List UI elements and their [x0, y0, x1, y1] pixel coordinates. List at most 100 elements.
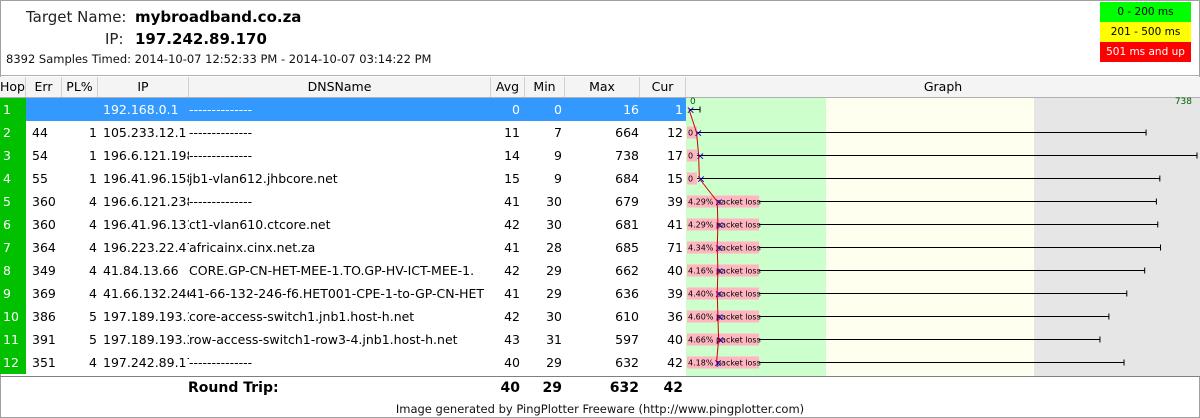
packet-loss-label: 4.29% packet loss: [688, 221, 761, 230]
cell-cur: 39: [667, 286, 683, 301]
table-row[interactable]: 4 55 1 196.41.96.158 jb1-vlan612.jhbcore.net…: [0, 167, 686, 190]
table-row[interactable]: 9 369 4 41.66.132.246 41-66-132-246-f6.HET00…: [0, 282, 686, 305]
column-header-max[interactable]: Max: [565, 77, 640, 97]
cell-dns: core-access-switch1.jnb1.host-h.net: [189, 309, 415, 324]
cell-err: 391: [32, 332, 56, 347]
cell-min: 9: [554, 171, 562, 186]
cell-hop: 10: [0, 305, 26, 328]
cell-hop: 4: [0, 167, 26, 190]
cell-min: 29: [546, 355, 562, 370]
cell-min: 29: [546, 263, 562, 278]
cell-hop: 11: [0, 328, 26, 351]
round-trip-label: Round Trip:: [188, 380, 279, 396]
avg-marker: ×: [716, 334, 725, 347]
avg-latency-line: [688, 109, 720, 363]
column-header-pl[interactable]: PL%: [62, 77, 98, 97]
cell-dns: jb1-vlan612.jhbcore.net: [189, 171, 338, 186]
packet-loss-label: 4.29% packet loss: [688, 198, 761, 207]
avg-marker: ×: [714, 357, 723, 370]
table-row[interactable]: 2 44 1 105.233.12.1 -------------- 11 7 664 12: [0, 121, 686, 144]
target-name-value: mybroadband.co.za: [135, 8, 302, 26]
column-header-graph[interactable]: Graph: [686, 77, 1200, 97]
cell-pl: [62, 98, 97, 121]
cell-ip: 196.6.121.198: [103, 148, 189, 163]
samples-timed-text: 8392 Samples Timed: 2014-10-07 12:52:33 …: [6, 52, 432, 66]
column-header-dnsname[interactable]: DNSName: [189, 77, 491, 97]
table-row[interactable]: 3 54 1 196.6.121.198 -------------- 14 9 738 17: [0, 144, 686, 167]
cell-min: 0: [554, 102, 562, 117]
cell-min: 30: [546, 309, 562, 324]
cell-dns: --------------: [189, 148, 253, 163]
cell-min: 7: [554, 125, 562, 140]
cell-cur: 42: [667, 355, 683, 370]
table-row[interactable]: 7 364 4 196.223.22.47 africainx.cinx.net.za 4…: [0, 236, 686, 259]
cell-pl: 4: [89, 355, 97, 370]
cell-dns: --------------: [189, 125, 253, 140]
cell-max: 681: [615, 217, 639, 232]
round-trip-max: 632: [609, 380, 639, 396]
cell-avg: 41: [504, 286, 520, 301]
cell-err: 349: [32, 263, 56, 278]
cell-max: 664: [615, 125, 639, 140]
cell-max: 679: [615, 194, 639, 209]
cell-max: 597: [615, 332, 639, 347]
cell-cur: 40: [667, 263, 683, 278]
cell-ip: 197.189.193.1: [103, 309, 189, 324]
cell-avg: 42: [504, 217, 520, 232]
avg-marker: ×: [714, 288, 723, 301]
table-row[interactable]: 8 349 4 41.84.13.66 CORE.GP-CN-HET-MEE-1.TO.…: [0, 259, 686, 282]
cell-dns: row-access-switch1-row3-4.jnb1.host-h.ne…: [189, 332, 458, 347]
cell-avg: 41: [504, 194, 520, 209]
table-row[interactable]: 5 360 4 196.6.121.238 -------------- 41 30 679 3…: [0, 190, 686, 213]
cell-ip: 192.168.0.1: [103, 102, 179, 117]
cell-ip: 197.242.89.17: [103, 355, 189, 370]
cell-dns: --------------: [189, 102, 253, 117]
cell-hop: 8: [0, 259, 26, 282]
cell-pl: 5: [89, 332, 97, 347]
column-header-ip[interactable]: IP: [98, 77, 189, 97]
packet-loss-label: 4.18% packet loss: [688, 359, 761, 368]
cell-max: 685: [615, 240, 639, 255]
cell-err: 386: [32, 309, 56, 324]
table-row[interactable]: 11 391 5 197.189.193.3 row-access-switch1-ro…: [0, 328, 686, 351]
legend-item: 0 - 200 ms: [1100, 2, 1191, 22]
cell-pl: 1: [89, 125, 97, 140]
packet-loss-label: 0: [688, 175, 693, 184]
packet-loss-label: 4.40% packet loss: [688, 290, 761, 299]
table-row[interactable]: 1 192.168.0.1 -------------- 0 0 16 1: [0, 98, 686, 121]
cell-min: 9: [554, 148, 562, 163]
legend-item: 201 - 500 ms: [1100, 22, 1191, 42]
cell-min: 30: [546, 217, 562, 232]
legend-item: 501 ms and up: [1100, 42, 1191, 62]
table-row[interactable]: 10 386 5 197.189.193.1 core-access-switch1.j…: [0, 305, 686, 328]
cell-avg: 14: [504, 148, 520, 163]
cell-avg: 40: [504, 355, 520, 370]
cell-dns: ct1-vlan610.ctcore.net: [189, 217, 331, 232]
table-row[interactable]: 6 360 4 196.41.96.131 ct1-vlan610.ctcore.net…: [0, 213, 686, 236]
column-header-avg[interactable]: Avg: [491, 77, 525, 97]
cell-err: 360: [32, 194, 56, 209]
cell-dns: 41-66-132-246-f6.HET001-CPE-1-to-GP-CN-H…: [189, 286, 485, 301]
cell-ip: 41.66.132.246: [103, 286, 189, 301]
table-row[interactable]: 12 351 4 197.242.89.17 -------------- 40 29 632…: [0, 351, 686, 374]
graph-canvas: ×0 ×0 ×0 ×4.29% packet loss×4.29% packet lo…: [686, 104, 1198, 370]
packet-loss-label: 4.60% packet loss: [688, 313, 761, 322]
cell-hop: 6: [0, 213, 26, 236]
cell-min: 30: [546, 194, 562, 209]
cell-max: 662: [615, 263, 639, 278]
column-header-min[interactable]: Min: [525, 77, 565, 97]
cell-pl: 5: [89, 309, 97, 324]
cell-min: 31: [546, 332, 562, 347]
avg-marker: ×: [696, 150, 705, 163]
cell-max: 738: [615, 148, 639, 163]
column-header-err[interactable]: Err: [26, 77, 62, 97]
column-header-cur[interactable]: Cur: [640, 77, 686, 97]
cell-ip: 196.223.22.47: [103, 240, 189, 255]
cell-cur: 15: [667, 171, 683, 186]
cell-pl: 4: [89, 194, 97, 209]
footer-credit: Image generated by PingPlotter Freeware …: [395, 402, 805, 416]
target-name-label: Target Name:: [26, 8, 127, 26]
cell-cur: 71: [667, 240, 683, 255]
cell-cur: 40: [667, 332, 683, 347]
column-header-hop[interactable]: Hop: [0, 77, 26, 97]
